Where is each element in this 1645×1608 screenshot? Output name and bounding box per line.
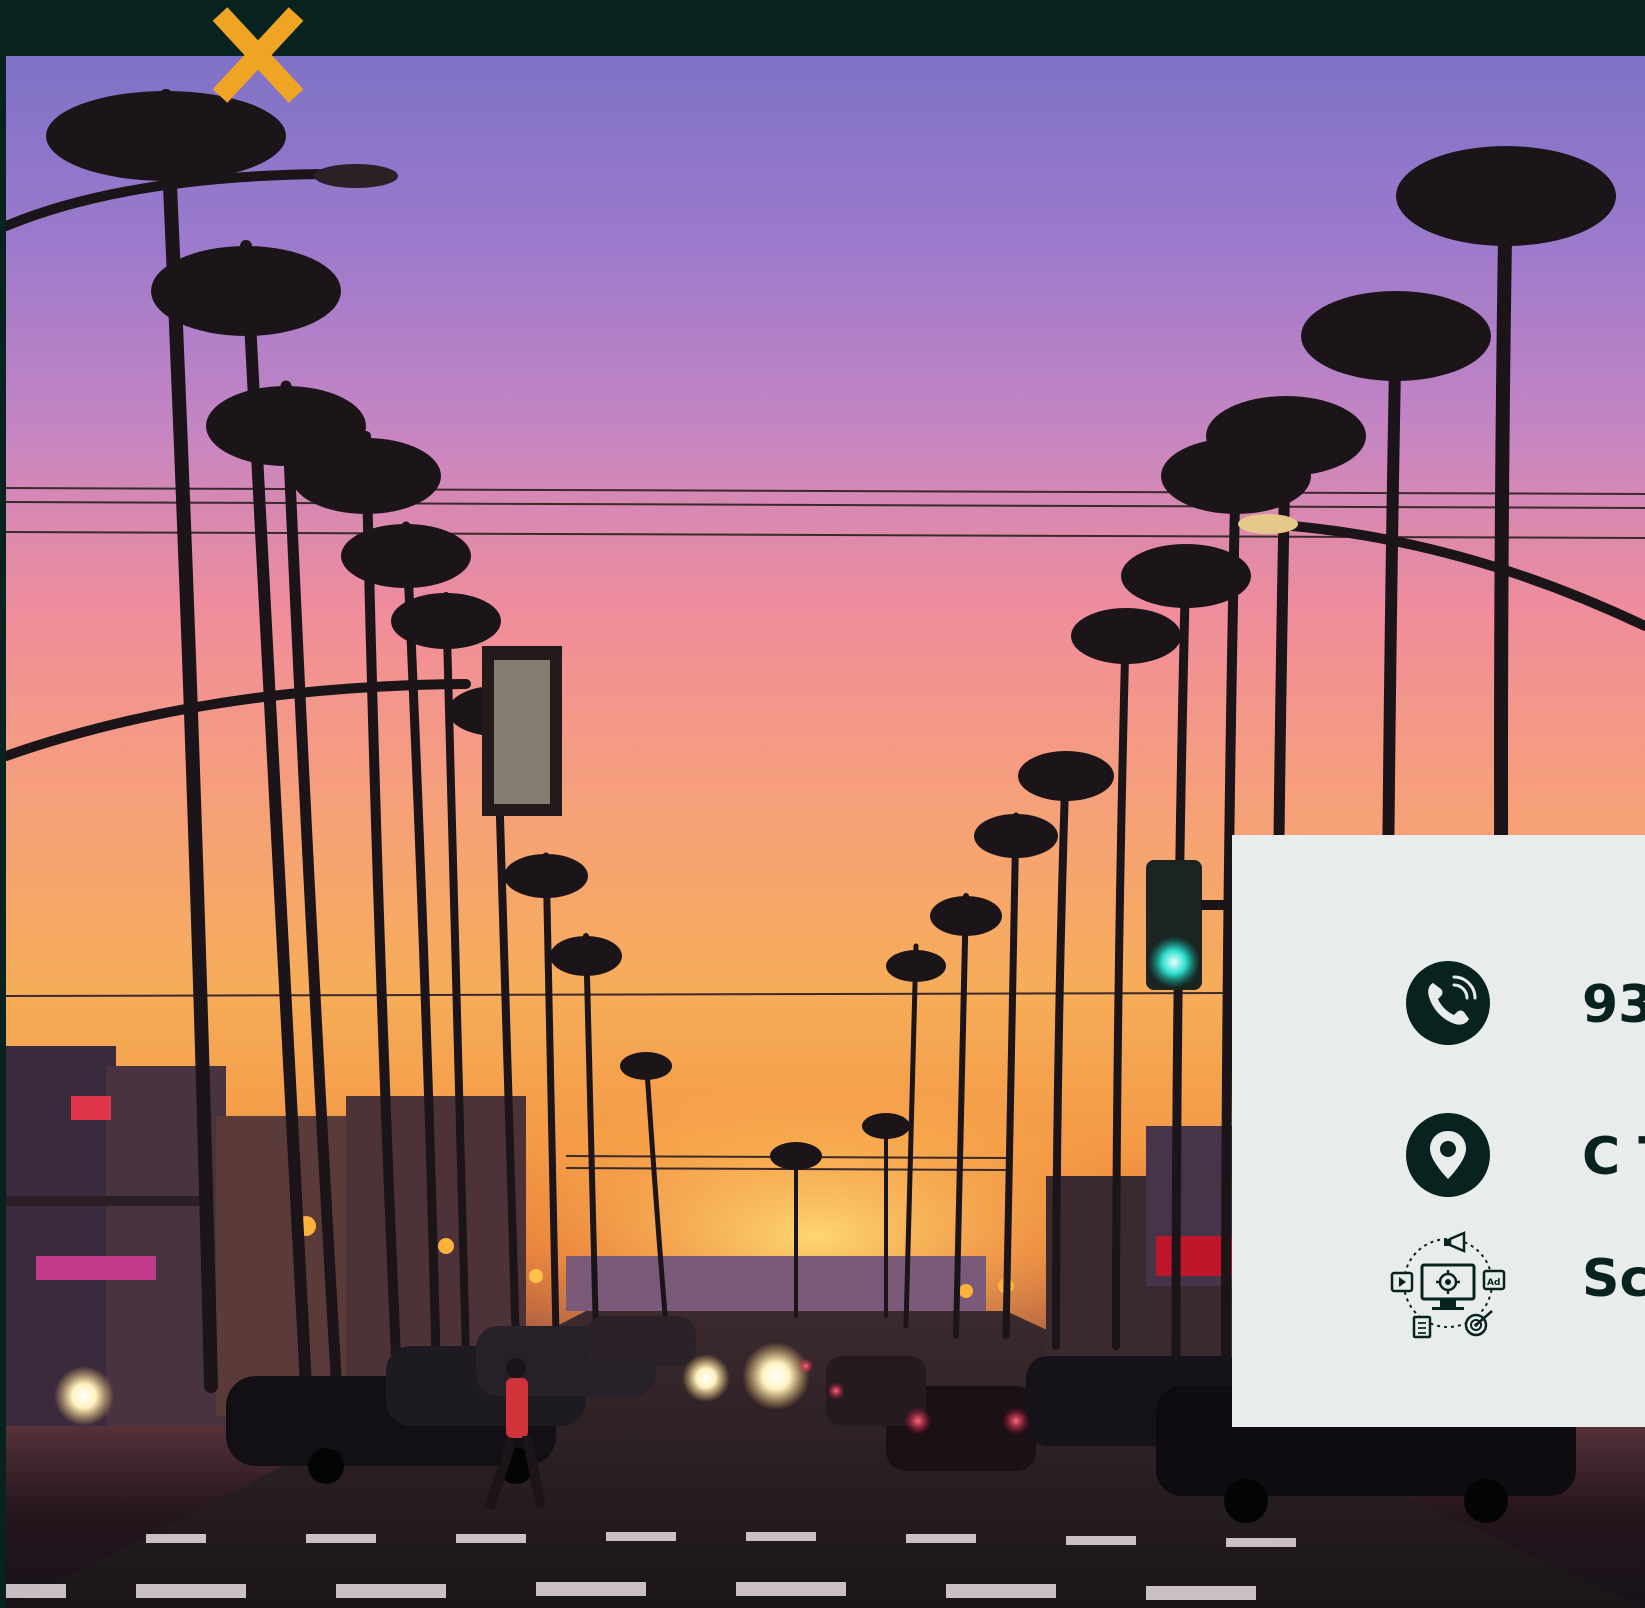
headlight-2	[682, 1354, 730, 1402]
contact-phone-row[interactable]: 93	[1232, 953, 1645, 1053]
headlight-1	[742, 1342, 810, 1410]
taillight-4	[798, 1358, 814, 1374]
close-x-glyph	[212, 7, 304, 103]
phone-icon	[1406, 961, 1490, 1045]
phone-text[interactable]: 93	[1582, 979, 1645, 1031]
taillight-1	[904, 1407, 932, 1435]
svg-text:Ad: Ad	[1487, 1278, 1500, 1288]
digital-marketing-icon: Ad	[1388, 1227, 1508, 1339]
location-pin-icon	[1406, 1113, 1490, 1197]
address-text[interactable]: C T	[1582, 1131, 1645, 1183]
close-x-icon[interactable]	[206, 4, 310, 108]
contact-address-row[interactable]: C T	[1232, 1105, 1645, 1205]
page: 93 C T	[0, 0, 1645, 1608]
headlight-3	[54, 1366, 114, 1426]
lamp-head-right	[1238, 514, 1298, 534]
contact-services-row[interactable]: Ad Sc	[1232, 1227, 1645, 1339]
taillight-3	[827, 1382, 845, 1400]
lamp-head-left	[314, 164, 398, 188]
services-text[interactable]: Sc	[1582, 1253, 1645, 1305]
ocean	[566, 1256, 986, 1311]
traffic-light-green	[1148, 936, 1200, 988]
taillight-2	[1002, 1407, 1030, 1435]
contact-card: 93 C T	[1232, 835, 1645, 1427]
